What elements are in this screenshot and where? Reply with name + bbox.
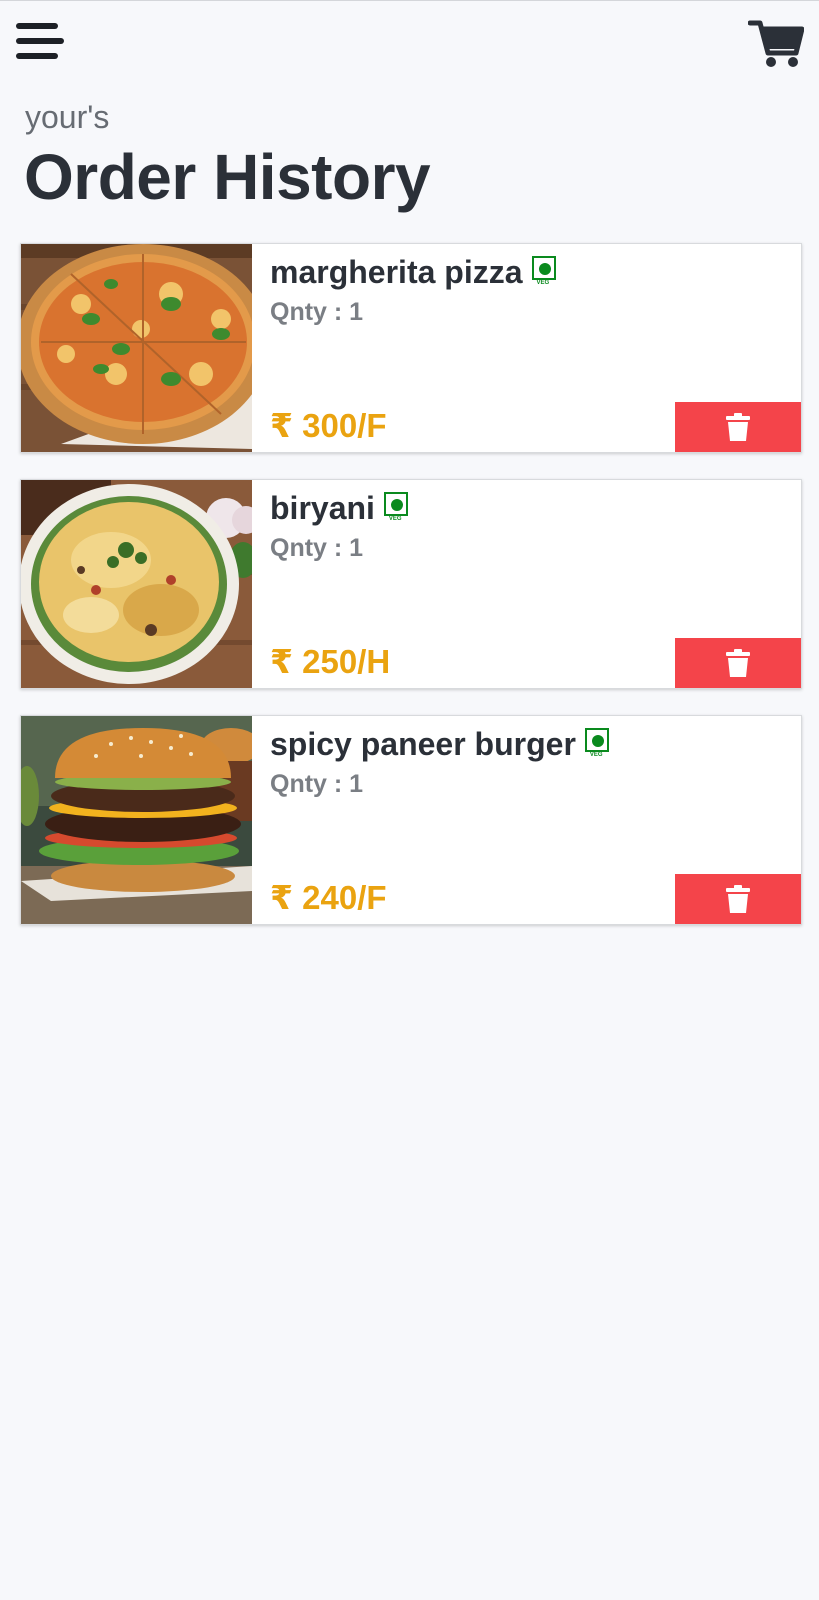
veg-icon: VEG [584,727,611,762]
item-quantity: Qnty : 1 [270,534,364,562]
pizza-image [21,244,252,452]
item-quantity: Qnty : 1 [270,770,364,798]
item-name-text: spicy paneer burger [270,726,576,762]
order-card: biryani VEG Qnty : 1 ₹ 250/H [20,479,802,689]
veg-icon: VEG [383,491,410,526]
order-card: margherita pizza VEG Qnty : 1 ₹ 300/F [20,243,802,453]
item-quantity: Qnty : 1 [270,298,364,326]
item-price: ₹ 250/H [270,643,391,680]
item-name: biryani VEG [270,490,410,527]
trash-icon [726,885,750,913]
page-title: Order History [24,141,431,213]
delete-button[interactable] [675,638,801,688]
order-card: spicy paneer burger VEG Qnty : 1 ₹ 240/F [20,715,802,925]
trash-icon [726,649,750,677]
trash-icon [726,413,750,441]
order-list: margherita pizza VEG Qnty : 1 ₹ 300/F bi… [20,243,802,951]
item-price: ₹ 300/F [270,407,387,444]
burger-image [21,716,252,924]
delete-button[interactable] [675,402,801,452]
top-bar [0,1,819,81]
item-name-text: biryani [270,490,375,526]
delete-button[interactable] [675,874,801,924]
veg-icon: VEG [531,255,558,290]
biryani-image [21,480,252,688]
shopping-cart-icon[interactable] [747,17,805,69]
veg-label: VEG [388,515,402,522]
item-name: margherita pizza VEG [270,254,558,291]
page-subtitle: your's [25,99,110,135]
hamburger-menu-icon[interactable] [16,23,64,59]
veg-label: VEG [536,279,550,286]
veg-label: VEG [589,751,603,758]
item-name: spicy paneer burger VEG [270,726,611,763]
item-price: ₹ 240/F [270,879,387,916]
item-name-text: margherita pizza [270,254,523,290]
